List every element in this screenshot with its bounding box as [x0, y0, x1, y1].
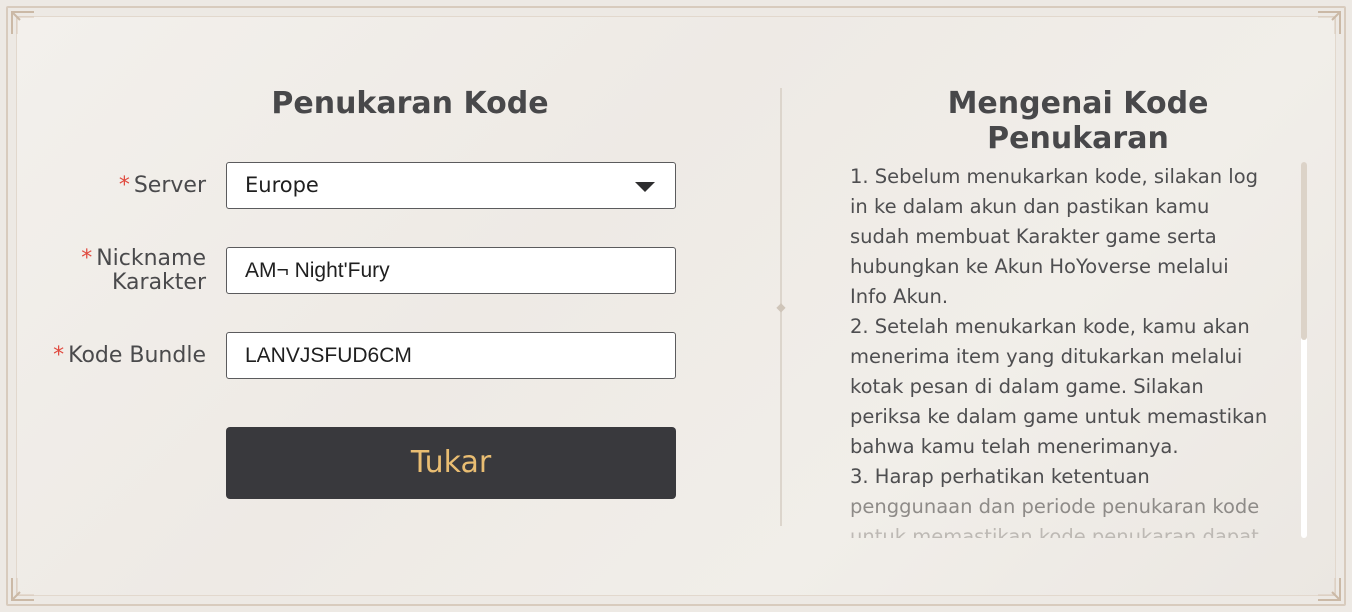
info-line: in ke dalam akun dan pastikan kamu — [850, 195, 1210, 218]
server-label-text: Server — [133, 173, 206, 198]
server-label: * Server — [119, 174, 206, 198]
info-text-panel[interactable]: 1. Sebelum menukarkan kode, silakan log … — [850, 162, 1270, 538]
info-line: bahwa kamu telah menerimanya. — [850, 435, 1179, 458]
info-line: hubungkan ke Akun HoYoverse melalui — [850, 255, 1229, 278]
nickname-label-line1: Nickname — [96, 246, 206, 271]
info-line: penggunaan dan periode penukaran kode — [850, 495, 1260, 518]
nickname-label-line2: Karakter — [112, 270, 206, 295]
corner-ornament-icon — [1316, 10, 1342, 36]
code-label: * Kode Bundle — [53, 344, 206, 368]
required-mark: * — [81, 246, 93, 271]
info-line: menerima item yang ditukarkan melalui — [850, 345, 1243, 368]
redeem-button[interactable]: Tukar — [226, 427, 676, 499]
info-line: 3. Harap perhatikan ketentuan — [850, 465, 1150, 488]
info-title: Mengenai Kode Penukaran — [947, 86, 1209, 156]
info-line: untuk memastikan kode penukaran dapat — [850, 525, 1259, 538]
info-line: 2. Setelah menukarkan kode, kamu akan — [850, 315, 1250, 338]
scrollbar-thumb[interactable] — [1301, 162, 1307, 340]
nickname-input[interactable]: AM¬ Night'Fury — [226, 247, 676, 294]
divider-diamond-icon: ◆ — [776, 300, 786, 314]
info-scrollbar[interactable] — [1301, 162, 1307, 538]
server-select[interactable]: Europe — [226, 162, 676, 209]
info-line: kotak pesan di dalam game. Silakan — [850, 375, 1204, 398]
info-line: 1. Sebelum menukarkan kode, silakan log — [850, 165, 1259, 188]
code-label-text: Kode Bundle — [68, 343, 206, 368]
info-line: periksa ke dalam game untuk memastikan — [850, 405, 1268, 428]
corner-ornament-icon — [10, 10, 36, 36]
info-line: Info Akun. — [850, 285, 949, 308]
corner-ornament-icon — [1316, 576, 1342, 602]
corner-ornament-icon — [10, 576, 36, 602]
triangle-down-icon — [635, 182, 655, 192]
required-mark: * — [53, 343, 65, 368]
form-title: Penukaran Kode — [271, 86, 549, 121]
nickname-label: * Nickname — [81, 247, 206, 271]
info-line: sudah membuat Karakter game serta — [850, 225, 1217, 248]
server-select-value: Europe — [245, 173, 319, 197]
required-mark: * — [118, 173, 130, 198]
code-input[interactable]: LANVJSFUD6CM — [226, 332, 676, 379]
